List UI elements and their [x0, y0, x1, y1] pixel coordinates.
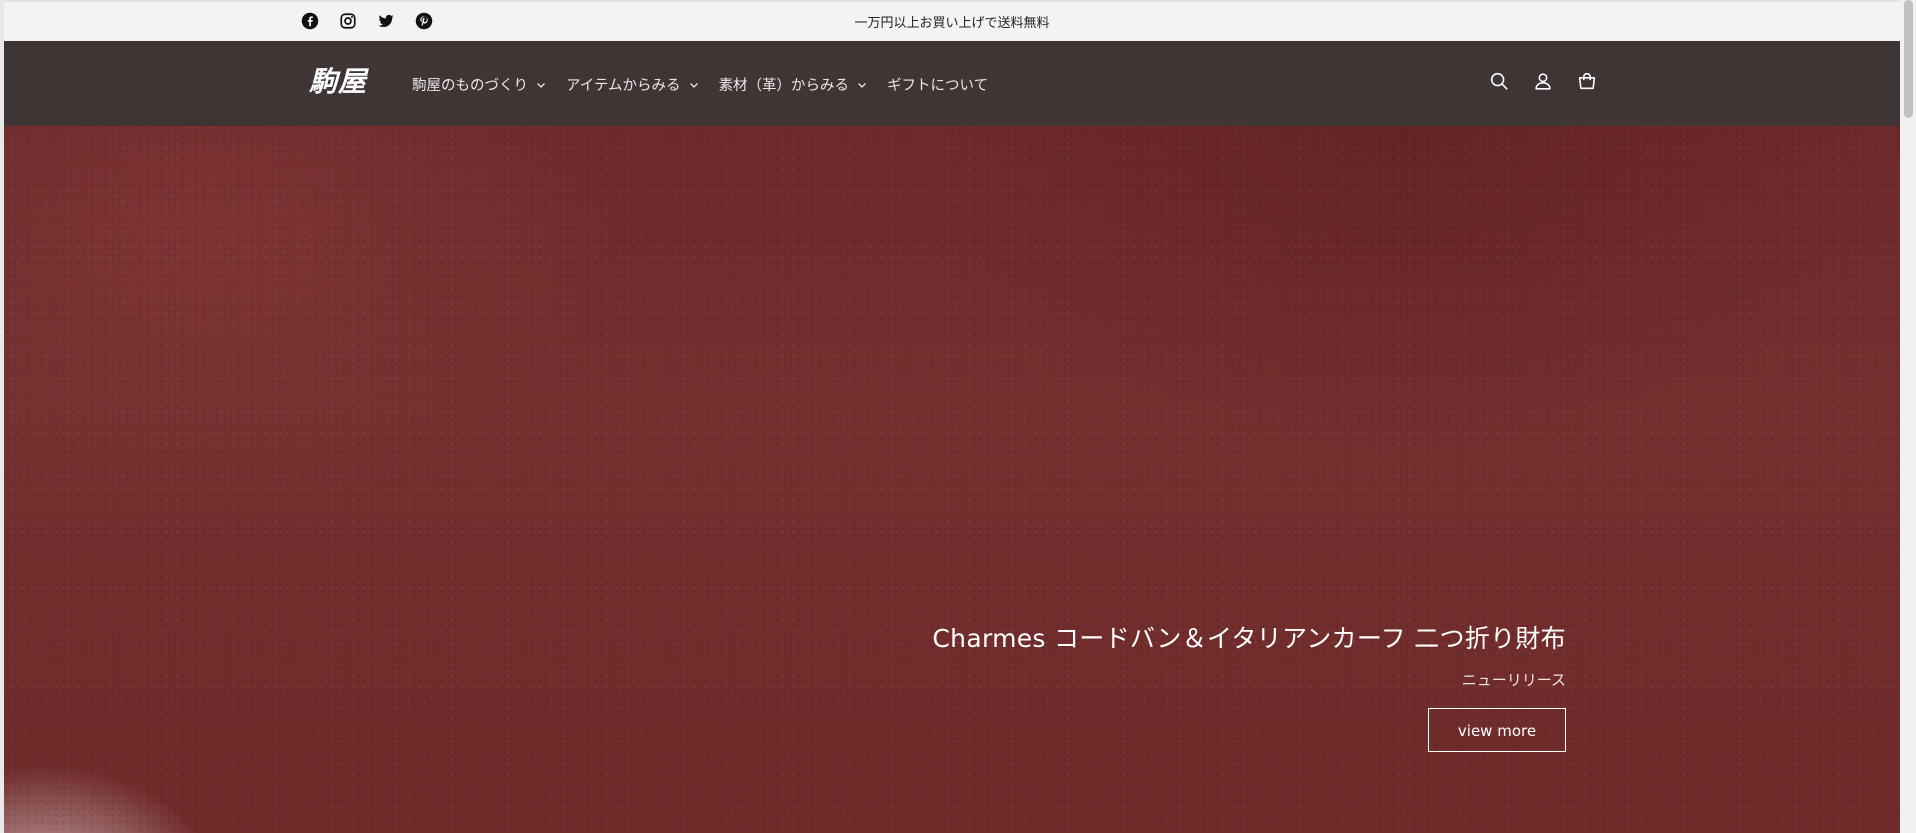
nav-item-items[interactable]: アイテムからみる — [566, 74, 699, 95]
site-header: 駒屋 駒屋のものづくり アイテムからみる 素材（革）からみる ギフトについて — [4, 41, 1900, 126]
chevron-down-icon — [857, 80, 867, 90]
nav-item-label: 素材（革）からみる — [718, 78, 850, 94]
browser-page: 一万円以上お買い上げで送料無料 駒屋 駒屋のものづくり アイテムからみる 素材（… — [0, 0, 1916, 833]
nav-item-monozukuri[interactable]: 駒屋のものづくり — [412, 74, 546, 95]
header-actions — [1488, 70, 1598, 92]
hero-subtitle: ニューリリース — [1461, 671, 1566, 689]
nav-item-label: 駒屋のものづくり — [412, 78, 528, 94]
chevron-down-icon — [689, 80, 699, 90]
scrollbar-thumb[interactable] — [1904, 0, 1913, 118]
hero-title: Charmes コードバン＆イタリアンカーフ 二つ折り財布 — [932, 624, 1566, 653]
chevron-down-icon — [536, 80, 546, 90]
account-icon[interactable] — [1532, 70, 1554, 92]
nav-item-gift[interactable]: ギフトについて — [887, 74, 988, 95]
announcement-text: 一万円以上お買い上げで送料無料 — [854, 16, 1050, 31]
nav-item-label: ギフトについて — [887, 78, 989, 94]
nav-item-label: アイテムからみる — [566, 78, 681, 94]
cart-icon[interactable] — [1576, 70, 1598, 92]
announcement-bar: 一万円以上お買い上げで送料無料 — [4, 0, 1900, 41]
nav-item-materials[interactable]: 素材（革）からみる — [719, 74, 868, 95]
site-logo[interactable]: 駒屋 — [309, 60, 367, 100]
hero-content: Charmes コードバン＆イタリアンカーフ 二つ折り財布 ニューリリース vi… — [932, 619, 1566, 752]
view-more-button[interactable]: view more — [1428, 708, 1566, 752]
page-scrollbar[interactable] — [1900, 0, 1916, 833]
hero-banner: Charmes コードバン＆イタリアンカーフ 二つ折り財布 ニューリリース vi… — [4, 126, 1900, 833]
main-nav: 駒屋のものづくり アイテムからみる 素材（革）からみる ギフトについて — [412, 74, 988, 95]
search-icon[interactable] — [1488, 70, 1510, 92]
